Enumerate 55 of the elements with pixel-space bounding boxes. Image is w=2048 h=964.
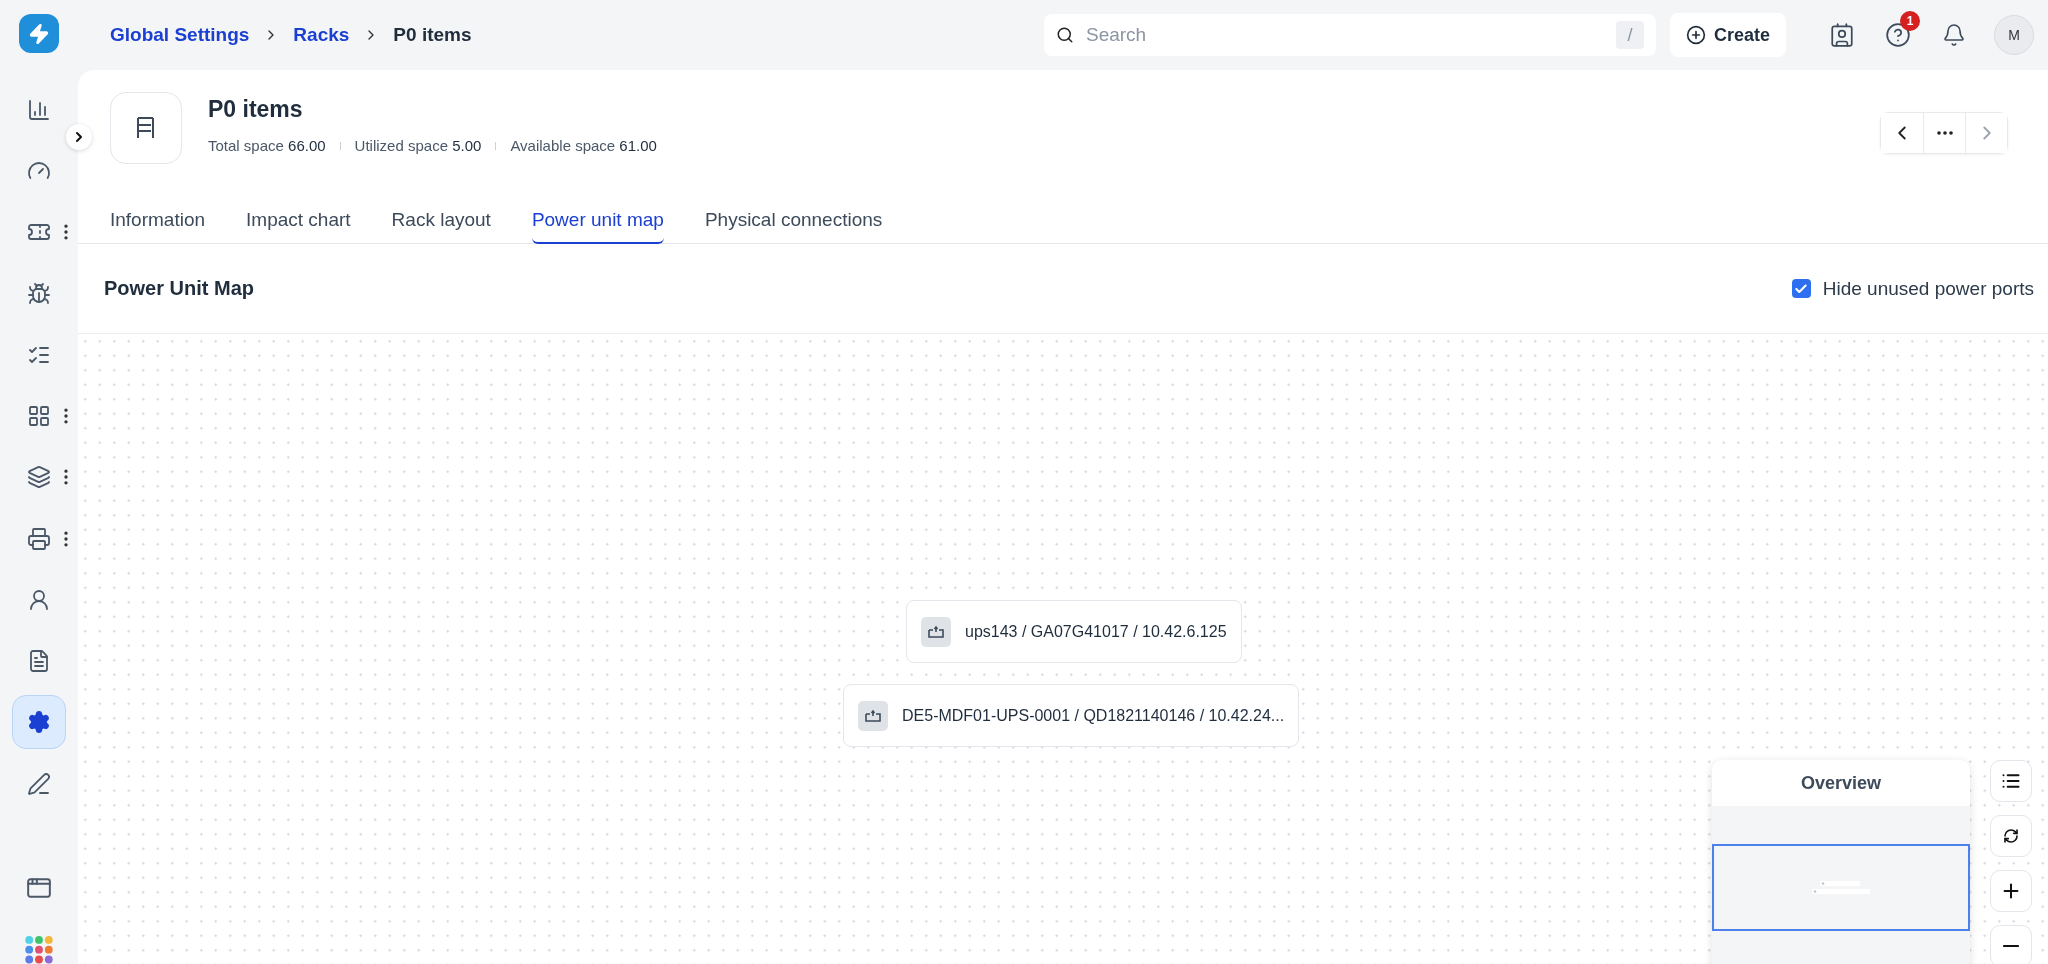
document-icon [27,649,51,674]
space-stat: Total space 66.00 [208,137,326,154]
user-avatar[interactable]: M [1994,15,2034,55]
previous-button[interactable] [1881,113,1923,153]
ellipsis-icon [1936,131,1953,135]
app-logo[interactable] [19,14,59,54]
rotate-icon [2003,828,2019,844]
check-icon [1794,281,1809,296]
tab[interactable]: Rack layout [391,208,491,244]
notification-badge: 1 [1900,11,1920,31]
rotate-button[interactable] [1990,815,2032,857]
shortcut-key: / [1615,21,1644,49]
printer-icon [27,526,51,551]
tab[interactable]: Power unit map [531,208,664,244]
power-unit-node[interactable]: ups143 / GA07G41017 / 10.42.6.125 [906,600,1242,663]
viewport-frame[interactable] [1712,844,1970,931]
create-button[interactable]: Create [1669,13,1786,57]
breadcrumb-link[interactable]: Global Settings [110,24,250,46]
page-title: P0 items [208,96,304,123]
breadcrumb-link[interactable]: Racks [293,24,350,46]
apps-icon[interactable] [24,934,54,964]
plus-circle-icon [1685,25,1706,45]
minimap-nodes-drawing [1812,880,1872,896]
space-stat: Available space 61.00 [510,137,657,154]
overview-minimap[interactable]: Overview [1712,760,1970,964]
breadcrumb-current: P0 items [393,24,472,46]
node-label: ups143 / GA07G41017 / 10.42.6.125 [965,622,1227,641]
expand-sidebar-button[interactable] [66,124,92,150]
more-button[interactable] [1923,113,1965,153]
search-input[interactable]: Search [1083,23,1606,47]
sidebar-item[interactable] [12,695,66,750]
user-icon [27,587,51,612]
minus-icon [2003,944,2019,948]
node-label: DE5-MDF01-UPS-0001 / QD1821140146 / 10.42.24... [902,706,1285,725]
space-stat: Utilized space 5.00 [354,137,482,154]
overview-title: Overview [1712,760,1970,806]
grid-icon [27,404,51,429]
search-icon [1055,26,1074,44]
bell-icon [1942,23,1966,47]
list-icon [2001,771,2021,791]
contact-card-icon [1829,22,1855,48]
section-title: Power Unit Map [104,277,254,300]
help-button[interactable]: 1 [1876,13,1920,57]
tab[interactable]: Information [110,208,206,244]
tab[interactable]: Physical connections [704,208,883,244]
chart-icon [27,97,51,122]
power-unit-node[interactable]: DE5-MDF01-UPS-0001 / QD1821140146 / 10.42.24... [843,684,1300,747]
tab[interactable]: Impact chart [246,208,351,244]
checkbox[interactable] [1791,279,1811,298]
rack-icon [110,92,182,164]
bug-icon [27,281,51,306]
zoom-in-button[interactable] [1990,870,2032,912]
checkbox-label: Hide unused power ports [1822,277,2034,300]
list-button[interactable] [1990,760,2032,802]
layers-icon [27,465,51,490]
